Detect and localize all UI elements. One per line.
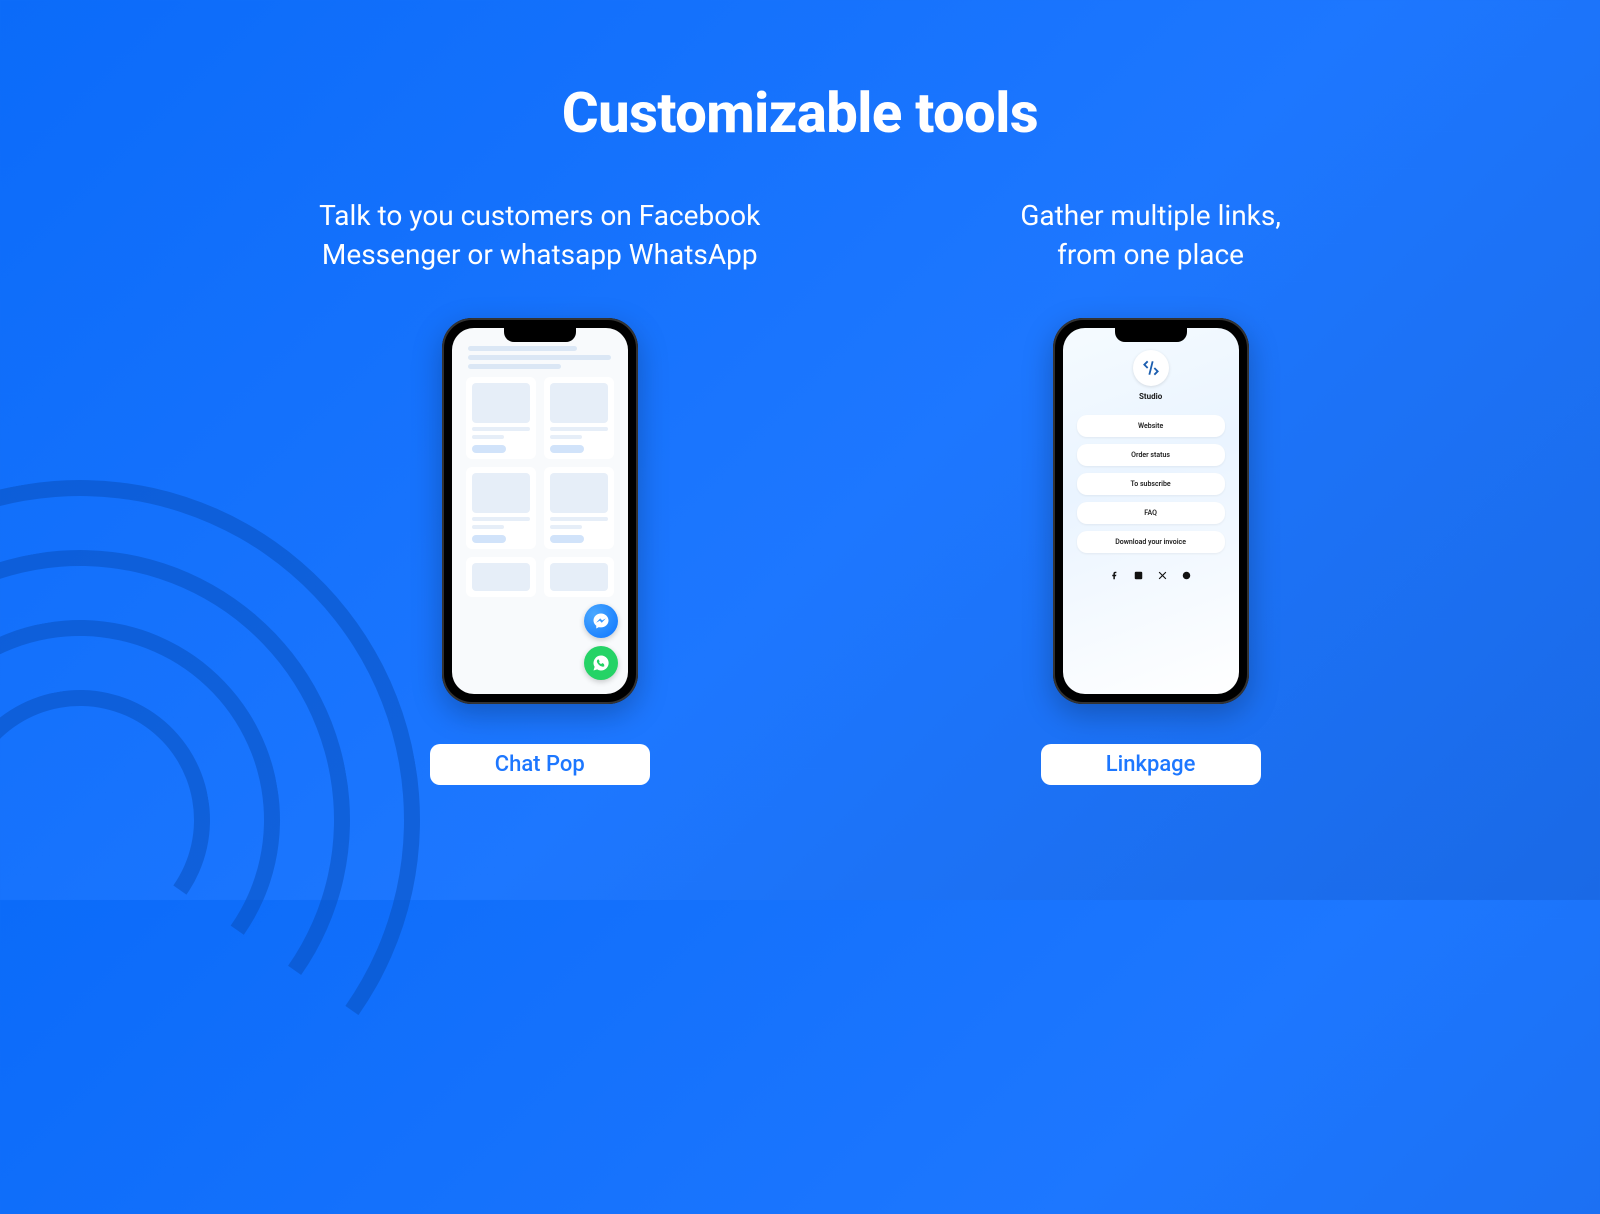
link-button[interactable]: FAQ: [1077, 502, 1225, 524]
phone-mockup-linkpage: Studio Website Order status To subscribe…: [1053, 318, 1249, 704]
whatsapp-small-icon[interactable]: [1182, 570, 1192, 580]
social-icons: [1110, 570, 1192, 580]
x-icon[interactable]: [1158, 570, 1168, 580]
chatpop-button[interactable]: Chat Pop: [430, 744, 650, 785]
link-button[interactable]: To subscribe: [1077, 473, 1225, 495]
chatpop-description: Talk to you customers on Facebook Messen…: [319, 196, 760, 276]
column-chatpop: Talk to you customers on Facebook Messen…: [319, 196, 760, 785]
phone-mockup-chatpop: [442, 318, 638, 704]
brand-avatar: [1133, 350, 1169, 386]
column-linkpage: Gather multiple links, from one place St…: [1020, 196, 1281, 785]
page-title: Customizable tools: [0, 0, 1600, 146]
link-button[interactable]: Website: [1077, 415, 1225, 437]
link-button[interactable]: Order status: [1077, 444, 1225, 466]
link-button[interactable]: Download your invoice: [1077, 531, 1225, 553]
linkpage-button[interactable]: Linkpage: [1041, 744, 1261, 785]
facebook-icon[interactable]: [1110, 570, 1120, 580]
linkedin-icon[interactable]: [1134, 570, 1144, 580]
linkpage-description: Gather multiple links, from one place: [1020, 196, 1281, 276]
whatsapp-icon[interactable]: [584, 646, 618, 680]
brand-name: Studio: [1139, 392, 1162, 401]
messenger-icon[interactable]: [584, 604, 618, 638]
